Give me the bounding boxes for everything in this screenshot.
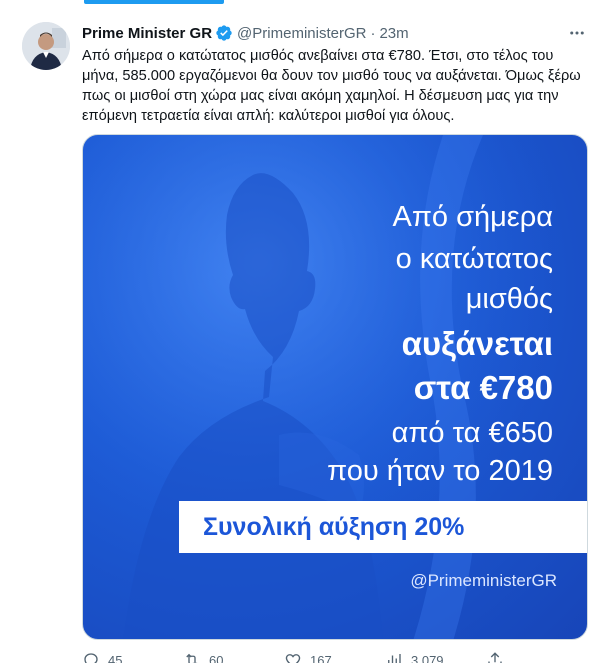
verified-badge-icon xyxy=(216,25,232,41)
reply-count: 45 xyxy=(108,652,123,663)
promo-line-2: ο κατώτατος xyxy=(395,243,553,275)
promo-banner-text: Συνολική αύξηση 20% xyxy=(203,512,465,541)
avatar[interactable] xyxy=(22,22,70,70)
retweet-button[interactable]: 60 xyxy=(183,651,284,663)
views-count: 3.079 xyxy=(411,652,444,663)
share-button[interactable] xyxy=(486,651,512,663)
retweet-icon xyxy=(186,653,198,663)
reply-icon xyxy=(84,653,98,663)
promo-line-6: από τα €650 xyxy=(391,417,553,449)
separator-dot: · xyxy=(370,24,376,42)
like-count: 167 xyxy=(310,652,332,663)
reply-button[interactable]: 45 xyxy=(82,651,183,663)
tweet-header: Prime Minister GR @PrimeministerGR · 23m xyxy=(82,22,589,44)
views-button[interactable]: 3.079 xyxy=(385,651,486,663)
like-button[interactable]: 167 xyxy=(284,651,385,663)
tweet[interactable]: Prime Minister GR @PrimeministerGR · 23m… xyxy=(0,0,605,663)
tweet-image[interactable]: Από σήμερα ο κατώτατος μισθός αυξάνεται … xyxy=(82,134,588,640)
promo-banner: Συνολική αύξηση 20% xyxy=(179,501,587,553)
tab-indicator xyxy=(84,0,224,4)
share-icon xyxy=(488,652,502,663)
tweet-actions: 45 60 167 3.079 xyxy=(82,650,588,663)
retweet-count: 60 xyxy=(209,652,224,663)
promo-line-5: στα €780 xyxy=(413,369,553,406)
image-watermark: @PrimeministerGR xyxy=(410,571,557,590)
promo-line-7: που ήταν το 2019 xyxy=(327,455,553,487)
tweet-timestamp[interactable]: 23m xyxy=(379,25,408,42)
views-chart-icon xyxy=(388,654,401,663)
more-options-icon[interactable] xyxy=(565,22,589,44)
tweet-text: Από σήμερα ο κατώτατος μισθός ανεβαίνει … xyxy=(82,48,581,124)
promo-line-1: Από σήμερα xyxy=(392,201,553,233)
avatar-image xyxy=(22,22,70,70)
promo-line-4: αυξάνεται xyxy=(401,325,553,362)
author-handle[interactable]: @PrimeministerGR xyxy=(237,25,366,42)
heart-icon xyxy=(285,654,301,663)
author-name[interactable]: Prime Minister GR xyxy=(82,25,212,42)
promo-line-3: μισθός xyxy=(465,283,553,315)
